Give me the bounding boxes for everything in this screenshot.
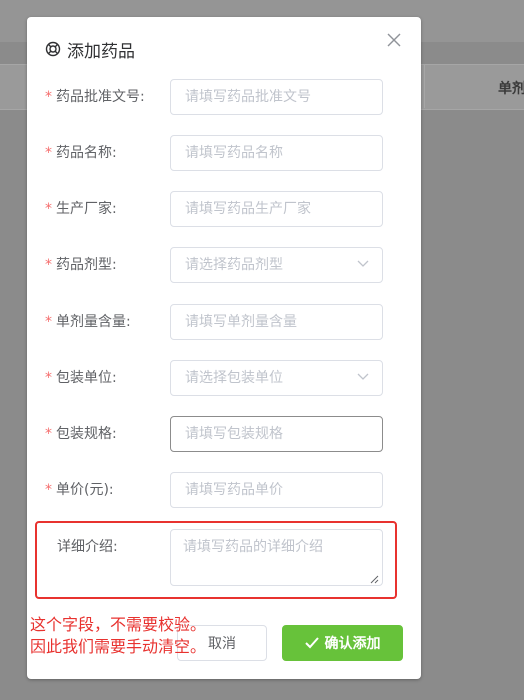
background-column-header: 单剂 (498, 81, 524, 97)
lifebuoy-icon (45, 41, 61, 57)
annotation-line-1: 这个字段，不需要校验。 (30, 615, 207, 634)
chevron-down-icon[interactable] (357, 373, 369, 381)
annotation-note: 这个字段，不需要校验。 因此我们需要手动清空。 (30, 614, 206, 658)
form-item-package-unit: * 包装单位: (27, 360, 421, 396)
approval-number-input[interactable] (170, 79, 383, 115)
dialog-header: 添加药品 (45, 37, 135, 62)
chevron-down-icon[interactable] (357, 260, 369, 268)
form-item-approval-number: * 药品批准文号: (27, 79, 421, 115)
confirm-add-label: 确认添加 (324, 636, 381, 652)
close-icon[interactable] (387, 33, 401, 47)
package-spec-input[interactable] (170, 416, 383, 452)
unit-price-input[interactable] (170, 472, 383, 508)
field-label: * 生产厂家: (45, 201, 117, 217)
field-label: * 药品剂型: (45, 257, 117, 273)
field-label: * 包装规格: (45, 426, 117, 442)
drug-name-input[interactable] (170, 135, 383, 171)
confirm-add-button[interactable]: 确认添加 (282, 625, 403, 661)
field-label: * 包装单位: (45, 370, 117, 386)
form-item-drug-name: * 药品名称: (27, 135, 421, 171)
manufacturer-input[interactable] (170, 191, 383, 227)
background-column-divider (424, 64, 425, 108)
dosage-form-select[interactable] (170, 247, 383, 283)
form-item-package-spec: * 包装规格: (27, 416, 421, 452)
form-item-unit-dose-content: * 单剂量含量: (27, 304, 421, 340)
field-label: * 单价(元): (45, 482, 114, 498)
dialog-title: 添加药品 (67, 41, 135, 62)
resize-grip-icon[interactable] (370, 575, 379, 584)
add-drug-dialog: 添加药品 *药品批准文号: *药品名称: *生产厂家: *药品剂型: *单剂量含… (27, 17, 421, 679)
form-item-dosage-form: * 药品剂型: (27, 247, 421, 283)
check-icon (304, 637, 319, 649)
package-unit-select[interactable] (170, 360, 383, 396)
description-textarea[interactable] (170, 529, 383, 586)
field-label: * 药品名称: (45, 145, 117, 161)
field-label: * 药品批准文号: (45, 89, 145, 105)
form-item-description: 详细介绍: (27, 529, 421, 586)
field-label: * 单剂量含量: (45, 314, 131, 330)
form-item-unit-price: * 单价(元): (27, 472, 421, 508)
unit-dose-content-input[interactable] (170, 304, 383, 340)
annotation-line-2: 因此我们需要手动清空。 (30, 637, 207, 656)
form-item-manufacturer: * 生产厂家: (27, 191, 421, 227)
field-label: 详细介绍: (57, 539, 118, 555)
